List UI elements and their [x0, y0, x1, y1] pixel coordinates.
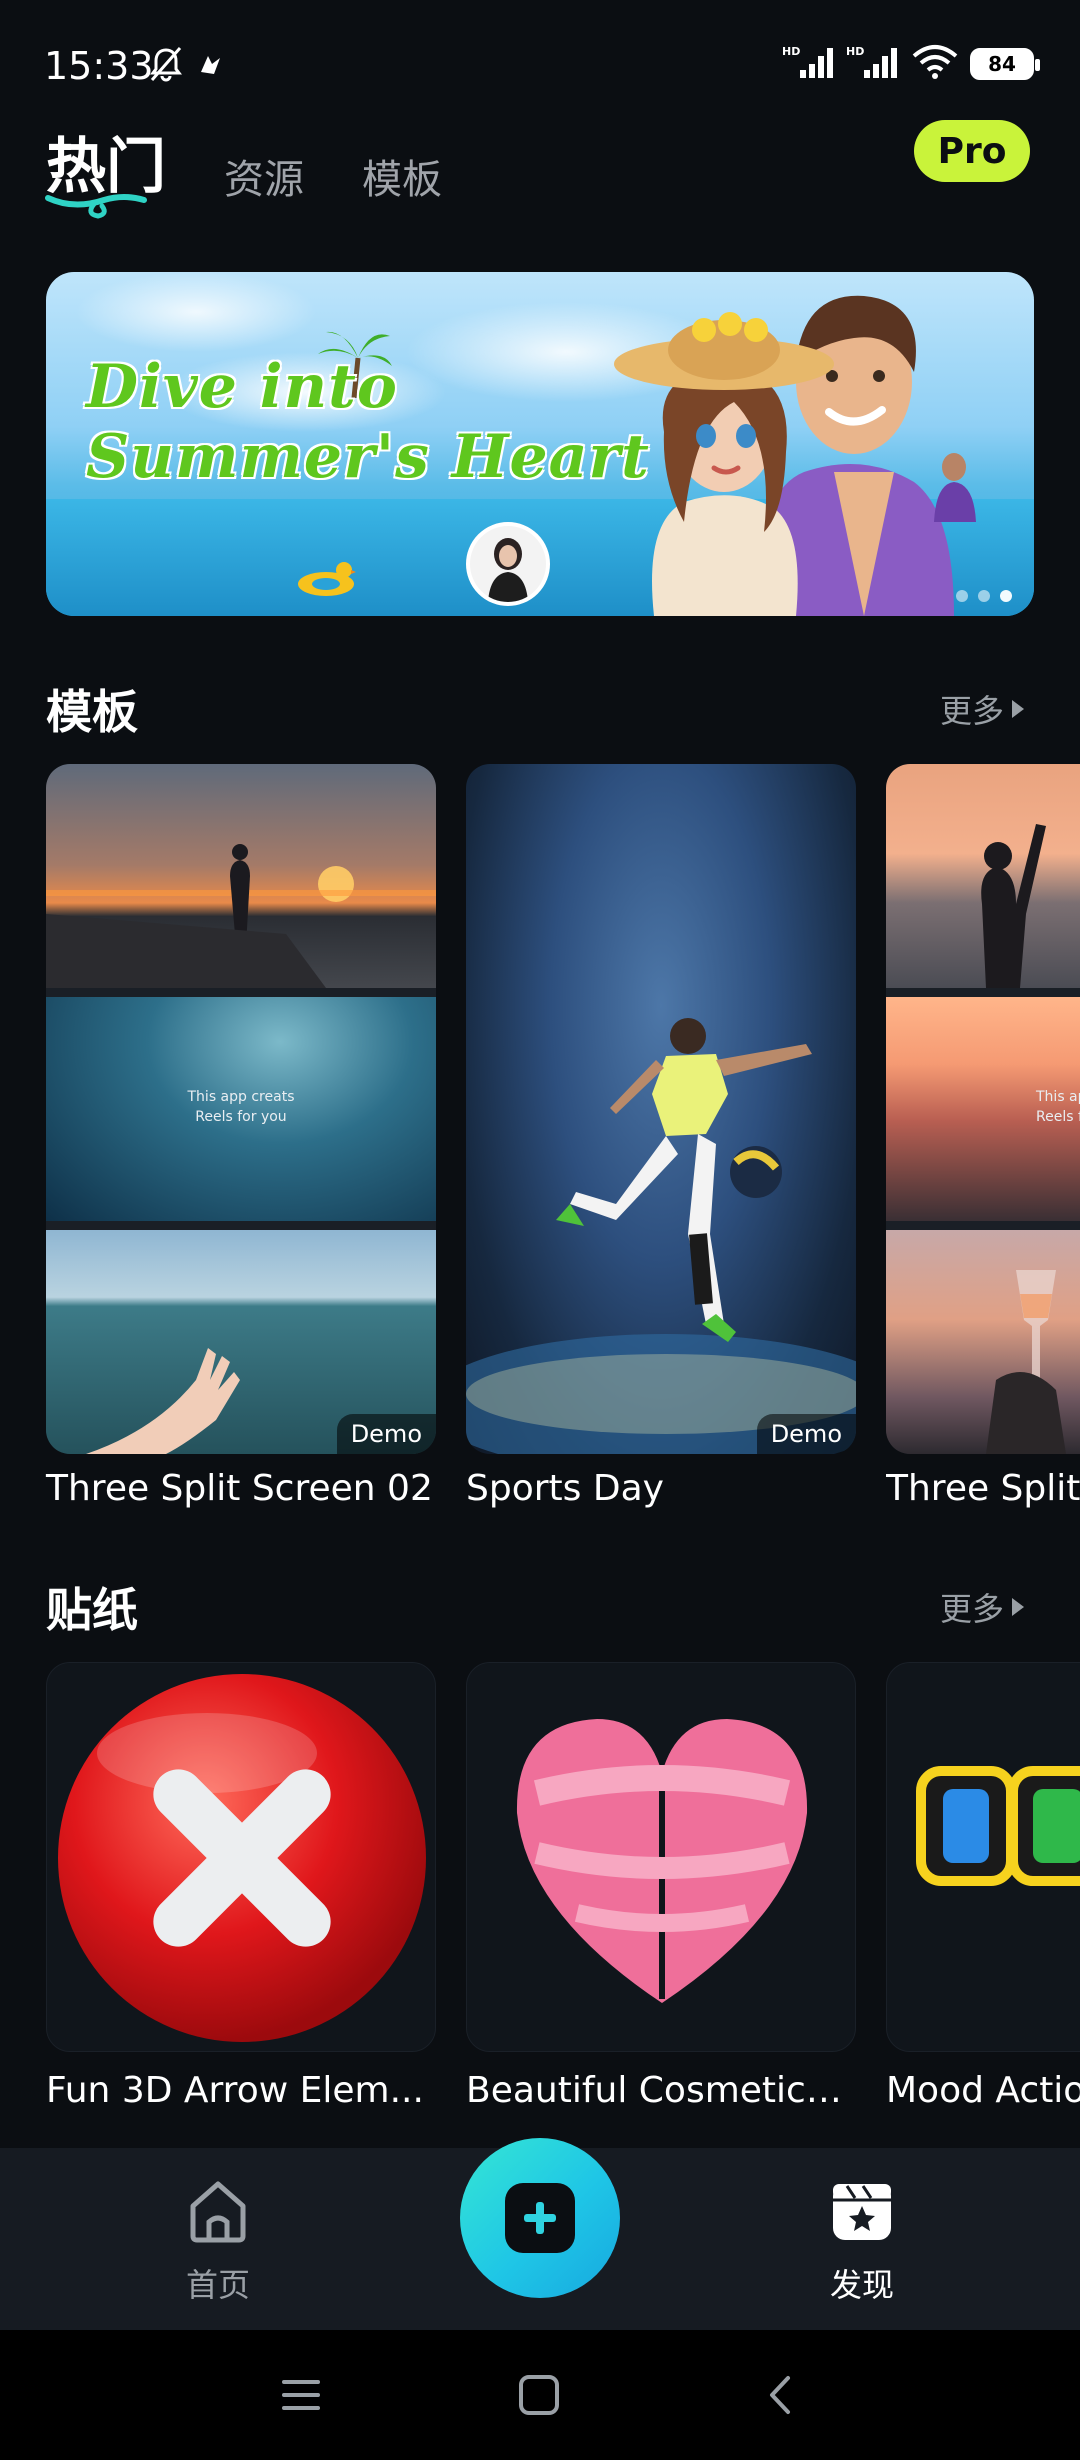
templates-section-title: 模板	[46, 685, 138, 739]
sticker-thumbnail[interactable]	[886, 1662, 1080, 2052]
sticker-card[interactable]: Beautiful Cosmetics...	[466, 1662, 856, 2111]
pro-button[interactable]: Pro	[914, 120, 1030, 182]
pagination-dot-active[interactable]	[1000, 590, 1012, 602]
split-panel-water: This app creats Reels for you	[46, 997, 436, 1221]
nav-discover[interactable]: 发现	[782, 2178, 942, 2306]
sticker-title[interactable]: Beautiful Cosmetics...	[466, 2070, 856, 2111]
bell-muted-icon	[146, 44, 186, 88]
svg-text:HD: HD	[782, 45, 800, 58]
sticker-card[interactable]: Fun 3D Arrow Elem...	[46, 1662, 436, 2111]
active-tab-indicator	[44, 190, 150, 224]
sticker-thumbnail[interactable]	[46, 1662, 436, 2052]
split-panel-silhouette	[886, 764, 1080, 988]
couple-illustration	[534, 272, 994, 616]
sticker-card[interactable]: Mood Action	[886, 1662, 1080, 2111]
template-card[interactable]: Demo Sports Day	[466, 764, 856, 1509]
menu-icon[interactable]	[280, 2374, 322, 2420]
system-navigation-bar	[0, 2330, 1080, 2460]
signal-icon: HD	[846, 44, 900, 84]
split-panel-sunset	[46, 764, 436, 988]
sticker-thumbnail[interactable]	[466, 1662, 856, 2052]
status-bar: 15:33 HD HD 84	[0, 0, 1080, 110]
status-indicators: HD HD 84	[782, 44, 1040, 84]
plus-icon	[505, 2183, 575, 2253]
tab-resources[interactable]: 资源	[224, 147, 304, 205]
demo-badge: Demo	[336, 1414, 436, 1454]
stickers-more-link[interactable]: 更多	[940, 1584, 1024, 1630]
template-thumbnail[interactable]: This app Reels f	[886, 764, 1080, 1454]
home-icon	[183, 2178, 253, 2248]
templates-carousel[interactable]: This app creats Reels for you Demo Three…	[46, 764, 1080, 1509]
svg-text:HD: HD	[846, 45, 864, 58]
templates-more-link[interactable]: 更多	[940, 686, 1024, 732]
signal-icon: HD	[782, 44, 836, 84]
more-label: 更多	[939, 1590, 1004, 1628]
wifi-icon	[910, 44, 960, 84]
sticker-title[interactable]: Mood Action	[886, 2070, 1080, 2111]
chevron-right-icon	[1012, 700, 1024, 718]
status-time: 15:33	[44, 44, 154, 88]
split-panel-toast	[886, 1230, 1080, 1454]
tab-templates[interactable]: 模板	[362, 147, 442, 205]
template-thumbnail[interactable]: This app creats Reels for you Demo	[46, 764, 436, 1454]
template-thumbnail[interactable]: Demo	[466, 764, 856, 1454]
template-title[interactable]: Three Split Screen 02	[46, 1468, 436, 1509]
nav-home[interactable]: 首页	[138, 2178, 298, 2306]
split-caption: This app creats Reels for you	[187, 1089, 295, 1125]
template-card[interactable]: This app Reels f Three Split S	[886, 764, 1080, 1509]
banner-title-line-1: Dive into	[86, 352, 398, 422]
chevron-right-icon	[1012, 1598, 1024, 1616]
discover-icon	[827, 2178, 897, 2248]
stickers-section-title: 贴纸	[46, 1583, 138, 1637]
battery-indicator: 84	[970, 48, 1040, 80]
back-icon[interactable]	[760, 2374, 802, 2420]
promo-banner[interactable]: Dive into Summer's Heart	[46, 272, 1034, 616]
template-title[interactable]: Three Split S	[886, 1468, 1080, 1509]
template-card[interactable]: This app creats Reels for you Demo Three…	[46, 764, 436, 1509]
split-caption: This app Reels f	[1036, 1089, 1080, 1125]
template-title[interactable]: Sports Day	[466, 1468, 856, 1509]
more-label: 更多	[939, 692, 1004, 730]
sticker-title[interactable]: Fun 3D Arrow Elem...	[46, 2070, 436, 2111]
home-square-icon[interactable]	[518, 2374, 560, 2420]
nav-discover-label: 发现	[829, 2266, 894, 2304]
pagination-dot[interactable]	[978, 590, 990, 602]
demo-badge: Demo	[756, 1414, 856, 1454]
pagination-dot[interactable]	[956, 590, 968, 602]
duck-float-illustration	[296, 554, 356, 602]
create-button[interactable]	[460, 2138, 620, 2298]
nav-home-label: 首页	[185, 2266, 250, 2304]
app-notification-icon	[198, 52, 224, 80]
stickers-carousel[interactable]: Fun 3D Arrow Elem... Beautiful Cosmetics…	[46, 1662, 1080, 2111]
split-panel-lake: This app Reels f	[886, 997, 1080, 1221]
banner-pagination	[956, 590, 1012, 602]
